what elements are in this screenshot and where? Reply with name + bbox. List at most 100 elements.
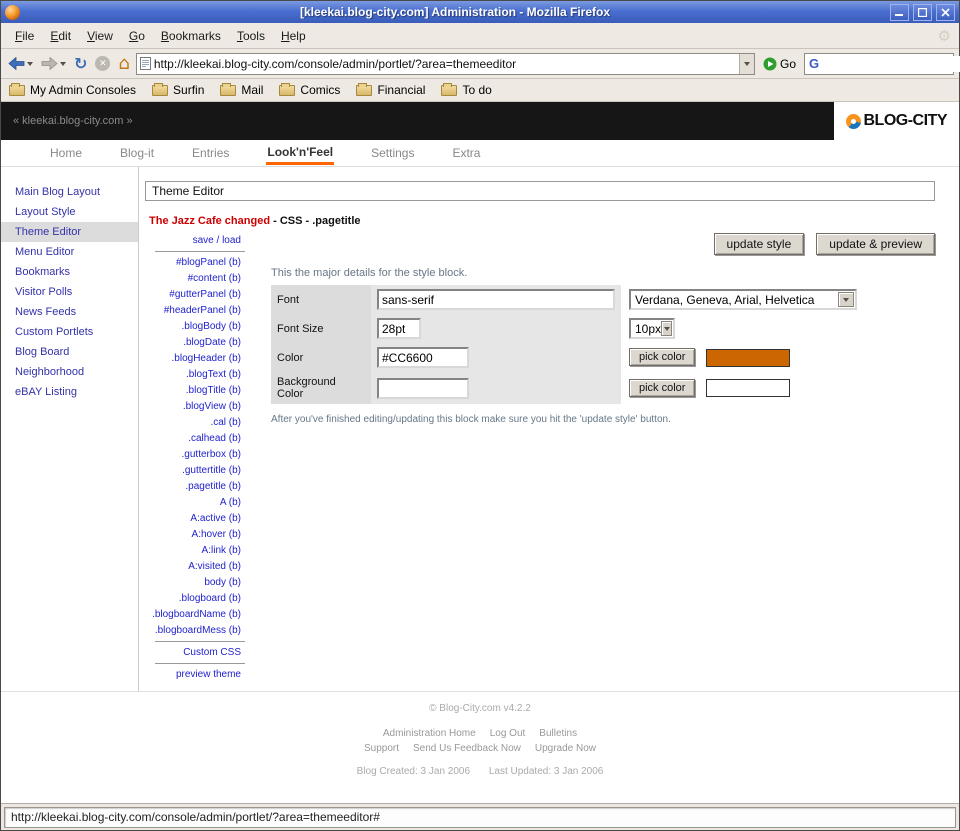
sidebar-item[interactable]: eBAY Listing	[1, 382, 138, 402]
update-style-button[interactable]: update style	[714, 233, 805, 255]
menu-item[interactable]: Go	[121, 25, 153, 47]
minimize-button[interactable]	[890, 4, 909, 21]
menu-item[interactable]: Bookmarks	[153, 25, 229, 47]
pick-background-color-button[interactable]: pick color	[629, 379, 695, 397]
back-dropdown-icon[interactable]	[27, 62, 33, 66]
maximize-button[interactable]	[913, 4, 932, 21]
style-block-link[interactable]: .blogView (b)	[145, 399, 245, 415]
sidebar-item[interactable]: Theme Editor	[1, 222, 138, 242]
sidebar-item[interactable]: News Feeds	[1, 302, 138, 322]
font-size-input[interactable]	[377, 318, 421, 339]
style-block-link[interactable]: .blogboard (b)	[145, 591, 245, 607]
home-button[interactable]: ⌂	[116, 54, 131, 74]
background-color-input[interactable]	[377, 378, 469, 399]
url-input[interactable]	[154, 55, 736, 73]
reload-button[interactable]: ↻	[72, 54, 89, 74]
sidebar-item[interactable]: Main Blog Layout	[1, 182, 138, 202]
search-input[interactable]	[822, 56, 960, 72]
sidebar-item[interactable]: Bookmarks	[1, 262, 138, 282]
site-tab[interactable]: Entries	[191, 143, 230, 163]
table-row: Font Size 10px	[271, 314, 863, 343]
custom-css-link[interactable]: Custom CSS	[145, 645, 245, 661]
bookmark-folder[interactable]: To do	[441, 83, 491, 97]
update-preview-button[interactable]: update & preview	[816, 233, 935, 255]
footer-link[interactable]: Bulletins	[539, 728, 577, 739]
style-block-link[interactable]: #content (b)	[145, 271, 245, 287]
font-input[interactable]	[377, 289, 615, 310]
folder-icon	[220, 85, 236, 96]
site-tab[interactable]: Home	[49, 143, 83, 163]
style-block-link[interactable]: .blogBody (b)	[145, 319, 245, 335]
bookmark-folder[interactable]: Surfin	[152, 83, 204, 97]
go-button[interactable]: Go	[759, 55, 800, 73]
status-url-text: http://kleekai.blog-city.com/console/adm…	[4, 807, 956, 828]
forward-button[interactable]	[39, 55, 68, 72]
admin-sidebar: Main Blog LayoutLayout StyleTheme Editor…	[1, 167, 139, 691]
style-block-link[interactable]: .pagetitle (b)	[145, 479, 245, 495]
bookmark-folder[interactable]: Comics	[279, 83, 340, 97]
theme-status: The Jazz Cafe changed	[149, 215, 270, 227]
bookmark-folder[interactable]: My Admin Consoles	[9, 83, 136, 97]
style-block-link[interactable]: .blogTitle (b)	[145, 383, 245, 399]
footer-link[interactable]: Administration Home	[383, 728, 476, 739]
font-family-select[interactable]: Verdana, Geneva, Arial, Helvetica	[629, 289, 857, 310]
table-row: Font Verdana, Geneva, Arial, Helvetica	[271, 285, 863, 314]
site-tab[interactable]: Settings	[370, 143, 415, 163]
pick-color-button[interactable]: pick color	[629, 348, 695, 366]
style-block-link[interactable]: .blogboardName (b)	[145, 607, 245, 623]
style-block-link[interactable]: A:link (b)	[145, 543, 245, 559]
sidebar-item[interactable]: Menu Editor	[1, 242, 138, 262]
style-block-link[interactable]: A:visited (b)	[145, 559, 245, 575]
style-block-link[interactable]: .guttertitle (b)	[145, 463, 245, 479]
footer-link[interactable]: Support	[364, 743, 399, 754]
sidebar-item[interactable]: Layout Style	[1, 202, 138, 222]
navigation-toolbar: ↻ ✕ ⌂ Go G	[1, 49, 959, 79]
style-block-link[interactable]: A:active (b)	[145, 511, 245, 527]
style-block-link[interactable]: #blogPanel (b)	[145, 255, 245, 271]
font-family-selected: Verdana, Geneva, Arial, Helvetica	[635, 293, 814, 307]
style-block-link[interactable]: .blogText (b)	[145, 367, 245, 383]
bookmarks-toolbar: My Admin Consoles Surfin Mail Comics	[1, 79, 959, 102]
style-block-link[interactable]: .cal (b)	[145, 415, 245, 431]
style-block-link[interactable]: .blogDate (b)	[145, 335, 245, 351]
menu-item[interactable]: Tools	[229, 25, 273, 47]
style-block-link[interactable]: .calhead (b)	[145, 431, 245, 447]
site-tab[interactable]: Extra	[451, 143, 481, 163]
menu-item[interactable]: Help	[273, 25, 314, 47]
menu-item[interactable]: View	[79, 25, 121, 47]
sidebar-item[interactable]: Blog Board	[1, 342, 138, 362]
font-size-select[interactable]: 10px	[629, 318, 675, 339]
style-block-link[interactable]: .blogboardMess (b)	[145, 623, 245, 639]
style-block-link[interactable]: #gutterPanel (b)	[145, 287, 245, 303]
menu-item[interactable]: Edit	[42, 25, 79, 47]
color-input[interactable]	[377, 347, 469, 368]
sidebar-item[interactable]: Custom Portlets	[1, 322, 138, 342]
style-block-link[interactable]: .blogHeader (b)	[145, 351, 245, 367]
footer-link[interactable]: Send Us Feedback Now	[413, 743, 521, 754]
preview-theme-link[interactable]: preview theme	[145, 667, 245, 683]
folder-icon	[9, 85, 25, 96]
font-label: Font	[271, 285, 371, 314]
bookmark-folder[interactable]: Financial	[356, 83, 425, 97]
bookmark-folder[interactable]: Mail	[220, 83, 263, 97]
save-load-link[interactable]: save / load	[145, 233, 245, 249]
forward-dropdown-icon[interactable]	[60, 62, 66, 66]
style-block-link[interactable]: body (b)	[145, 575, 245, 591]
style-block-link[interactable]: A:hover (b)	[145, 527, 245, 543]
style-block-link[interactable]: .gutterbox (b)	[145, 447, 245, 463]
close-button[interactable]	[936, 4, 955, 21]
site-tab[interactable]: Look'n'Feel	[266, 142, 334, 165]
back-button[interactable]	[6, 55, 35, 72]
sidebar-item[interactable]: Visitor Polls	[1, 282, 138, 302]
browser-window: [kleekai.blog-city.com] Administration -…	[0, 0, 960, 831]
site-tab[interactable]: Blog-it	[119, 143, 155, 163]
url-dropdown-button[interactable]	[739, 54, 754, 74]
stop-button[interactable]: ✕	[93, 54, 112, 73]
sidebar-item[interactable]: Neighborhood	[1, 362, 138, 382]
style-block-link[interactable]: A (b)	[145, 495, 245, 511]
menu-item[interactable]: File	[7, 25, 42, 47]
google-icon: G	[809, 56, 819, 71]
footer-link[interactable]: Upgrade Now	[535, 743, 596, 754]
footer-link[interactable]: Log Out	[490, 728, 526, 739]
style-block-link[interactable]: #headerPanel (b)	[145, 303, 245, 319]
